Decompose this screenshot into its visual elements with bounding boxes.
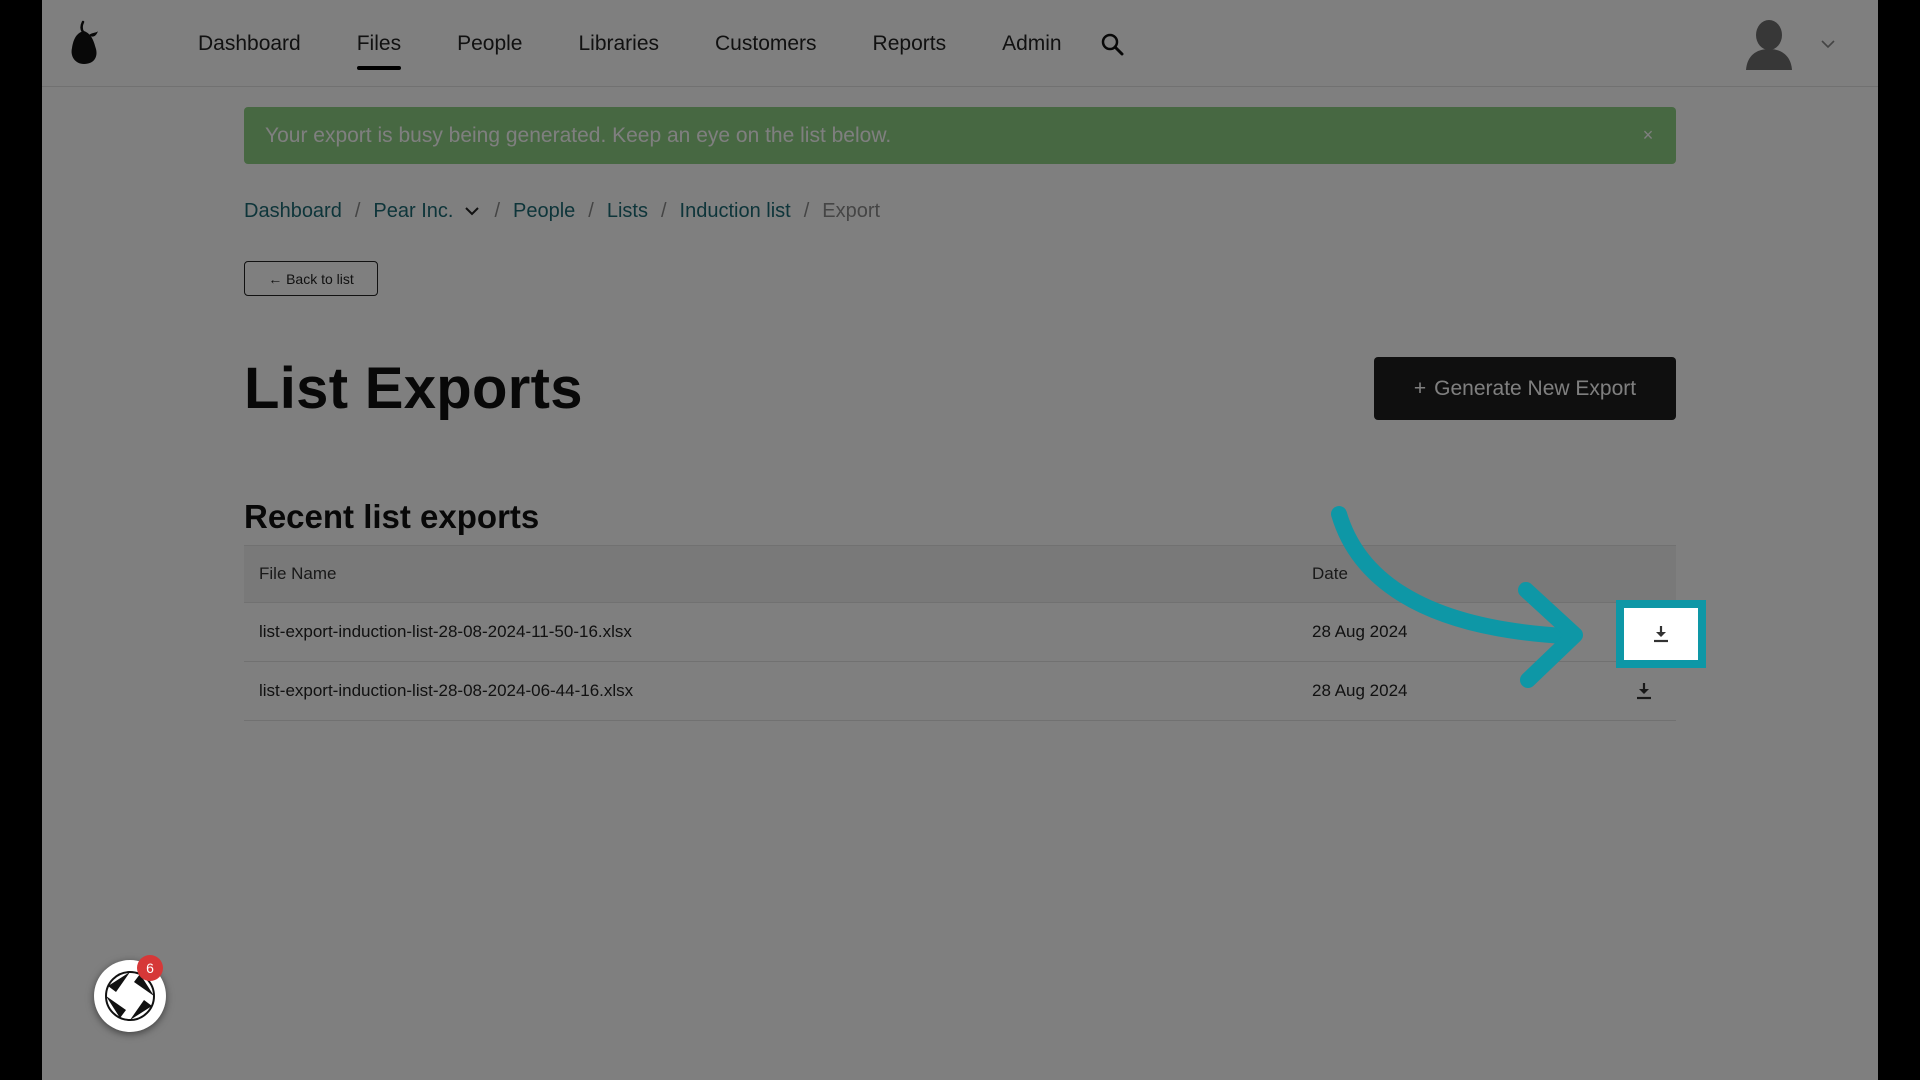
actions-cell	[1612, 679, 1676, 703]
breadcrumb-dashboard[interactable]: Dashboard	[244, 200, 342, 223]
plus-icon: +	[1413, 376, 1427, 400]
file-name-cell: list-export-induction-list-28-08-2024-11…	[259, 622, 632, 641]
download-icon	[1654, 626, 1668, 643]
nav-item-admin[interactable]: Admin	[974, 0, 1090, 87]
breadcrumb-lists[interactable]: Lists	[607, 200, 648, 223]
breadcrumb-organization[interactable]: Pear Inc.	[373, 200, 453, 223]
breadcrumb-separator: /	[354, 199, 361, 222]
table-header: File Name Date	[244, 545, 1676, 603]
search-button[interactable]	[1098, 30, 1126, 58]
chevron-down-icon[interactable]	[1820, 36, 1836, 52]
organization-dropdown-toggle[interactable]	[463, 202, 481, 220]
search-icon	[1101, 33, 1124, 55]
column-header-date: Date	[1312, 564, 1348, 583]
generate-new-export-button[interactable]: + Generate New Export	[1374, 357, 1676, 420]
breadcrumb: Dashboard / Pear Inc. / People / Lists /…	[244, 196, 880, 226]
avatar-icon[interactable]	[1744, 18, 1794, 70]
nav-item-libraries[interactable]: Libraries	[550, 0, 687, 87]
alert-message: Your export is busy being generated. Kee…	[265, 123, 892, 147]
notification-badge: 6	[137, 955, 163, 981]
breadcrumb-induction-list[interactable]: Induction list	[680, 200, 791, 223]
table-row: list-export-induction-list-28-08-2024-11…	[244, 603, 1676, 662]
nav-item-files[interactable]: Files	[329, 0, 429, 87]
breadcrumb-separator: /	[803, 199, 810, 222]
top-navigation: Dashboard Files People Libraries Custome…	[42, 0, 1878, 87]
page-title: List Exports	[244, 356, 583, 421]
section-title: Recent list exports	[244, 498, 540, 535]
breadcrumb-separator: /	[660, 199, 667, 222]
chevron-down-icon	[465, 207, 480, 216]
nav-item-people[interactable]: People	[429, 0, 550, 87]
pear-logo-icon[interactable]	[66, 20, 102, 66]
success-alert: Your export is busy being generated. Kee…	[244, 107, 1676, 164]
back-to-list-button[interactable]: ← Back to list	[244, 261, 378, 296]
download-button[interactable]	[1632, 679, 1656, 703]
breadcrumb-separator: /	[494, 199, 501, 222]
exports-table: File Name Date list-export-induction-lis…	[244, 545, 1676, 721]
file-name-cell: list-export-induction-list-28-08-2024-06…	[259, 681, 634, 700]
date-cell: 28 Aug 2024	[1312, 681, 1408, 700]
date-cell: 28 Aug 2024	[1312, 622, 1408, 641]
breadcrumb-people[interactable]: People	[513, 200, 575, 223]
table-row: list-export-induction-list-28-08-2024-06…	[244, 662, 1676, 721]
highlighted-download-button[interactable]	[1616, 600, 1706, 668]
nav-item-customers[interactable]: Customers	[687, 0, 845, 87]
breadcrumb-current: Export	[822, 199, 881, 222]
app-window: Dashboard Files People Libraries Custome…	[42, 0, 1878, 1080]
nav-menu: Dashboard Files People Libraries Custome…	[198, 0, 1126, 87]
breadcrumb-separator: /	[588, 199, 594, 222]
download-icon	[1637, 683, 1651, 700]
nav-item-reports[interactable]: Reports	[845, 0, 975, 87]
nav-item-dashboard[interactable]: Dashboard	[198, 0, 329, 87]
close-icon[interactable]: ×	[1636, 123, 1660, 147]
column-header-file-name: File Name	[259, 564, 337, 583]
generate-button-label: Generate New Export	[1434, 376, 1637, 400]
